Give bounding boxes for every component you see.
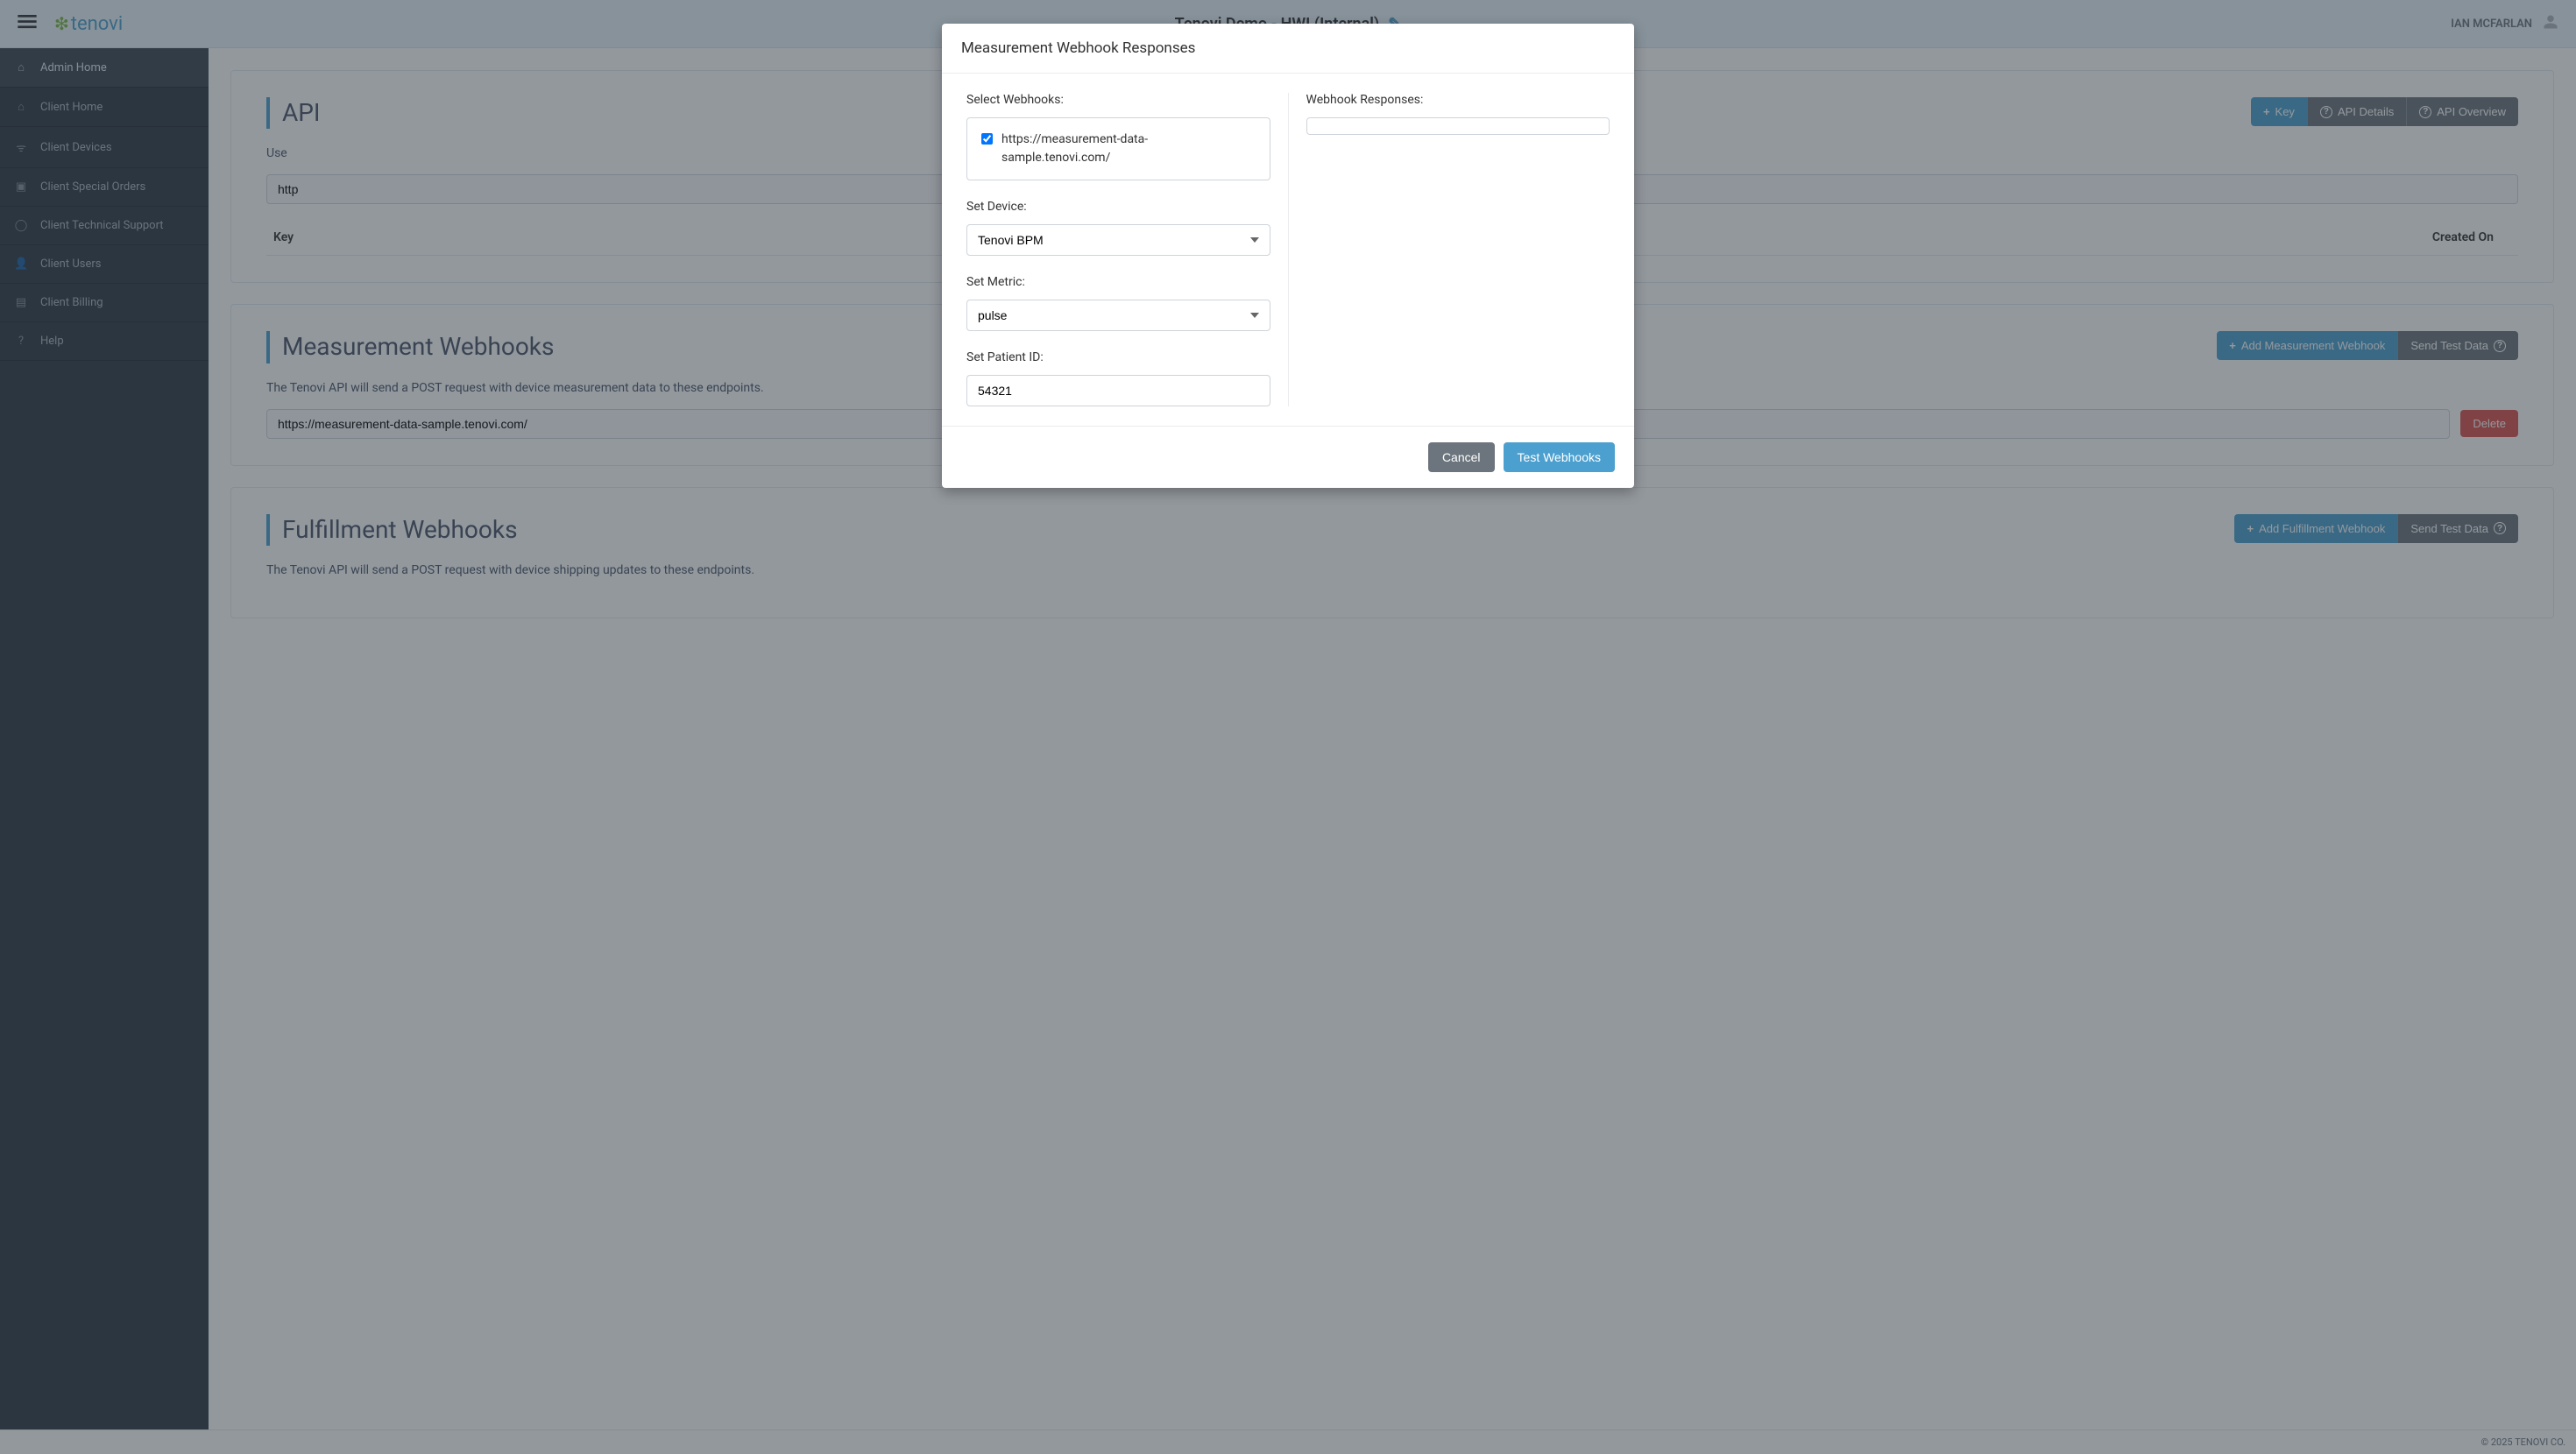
set-device-label: Set Device: [966, 200, 1270, 214]
test-webhooks-button[interactable]: Test Webhooks [1504, 442, 1615, 472]
patient-id-input[interactable] [966, 375, 1270, 406]
select-webhooks-label: Select Webhooks: [966, 93, 1270, 107]
set-metric-label: Set Metric: [966, 275, 1270, 289]
set-patient-label: Set Patient ID: [966, 350, 1270, 364]
metric-select[interactable]: pulse [966, 300, 1270, 331]
cancel-button[interactable]: Cancel [1428, 442, 1495, 472]
webhook-list: https://measurement-data-sample.tenovi.c… [966, 117, 1270, 180]
responses-label: Webhook Responses: [1306, 93, 1610, 107]
modal-overlay[interactable]: Measurement Webhook Responses Select Web… [0, 0, 2576, 1454]
modal-title: Measurement Webhook Responses [942, 24, 1634, 74]
webhook-url-label[interactable]: https://measurement-data-sample.tenovi.c… [1001, 131, 1256, 167]
webhook-responses-modal: Measurement Webhook Responses Select Web… [942, 24, 1634, 488]
webhook-checkbox[interactable] [981, 133, 993, 145]
device-select[interactable]: Tenovi BPM [966, 224, 1270, 256]
responses-output [1306, 117, 1610, 135]
